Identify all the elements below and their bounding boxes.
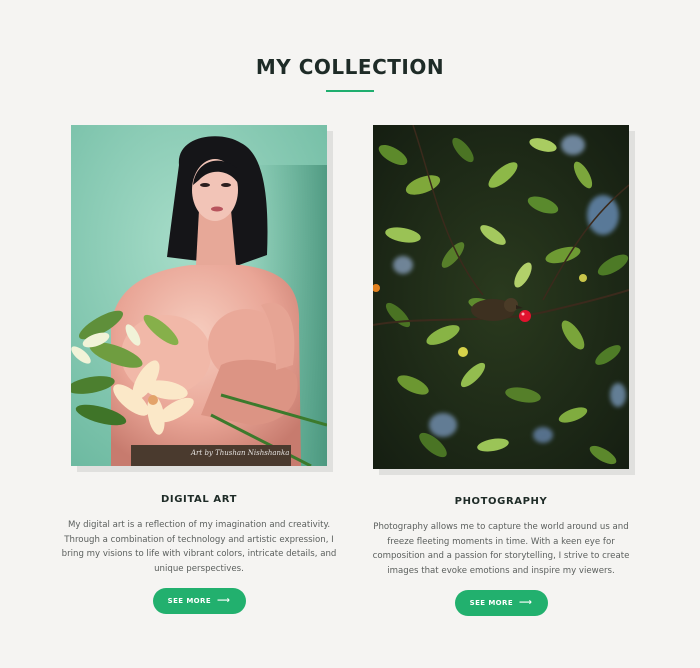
collection-page: MY COLLECTION Art by Thushan Nishshanka … xyxy=(0,0,700,668)
card-digital-art: Art by Thushan Nishshanka DIGITAL ART My… xyxy=(62,125,336,614)
digital-art-title: DIGITAL ART xyxy=(161,494,237,505)
card-photography: PHOTOGRAPHY Photography allows me to cap… xyxy=(373,125,629,616)
arrow-right-icon: ⟶ xyxy=(519,598,533,608)
photography-image[interactable] xyxy=(373,125,629,469)
photography-title: PHOTOGRAPHY xyxy=(454,496,548,507)
arrow-right-icon: ⟶ xyxy=(217,596,231,606)
see-more-label: SEE MORE xyxy=(167,597,212,605)
photography-illustration xyxy=(373,125,629,469)
photography-see-more-button[interactable]: SEE MORE ⟶ xyxy=(454,590,548,616)
digital-art-see-more-button[interactable]: SEE MORE ⟶ xyxy=(152,588,246,614)
see-more-label: SEE MORE xyxy=(469,599,514,607)
section-title: MY COLLECTION xyxy=(255,55,445,79)
title-underline xyxy=(326,90,374,92)
digital-art-description: My digital art is a reflection of my ima… xyxy=(61,520,337,574)
digital-art-image[interactable]: Art by Thushan Nishshanka xyxy=(71,125,327,466)
photography-description: Photography allows me to capture the wor… xyxy=(372,522,630,576)
artist-signature: Art by Thushan Nishshanka xyxy=(190,449,289,457)
digital-art-illustration: Art by Thushan Nishshanka xyxy=(71,125,327,466)
